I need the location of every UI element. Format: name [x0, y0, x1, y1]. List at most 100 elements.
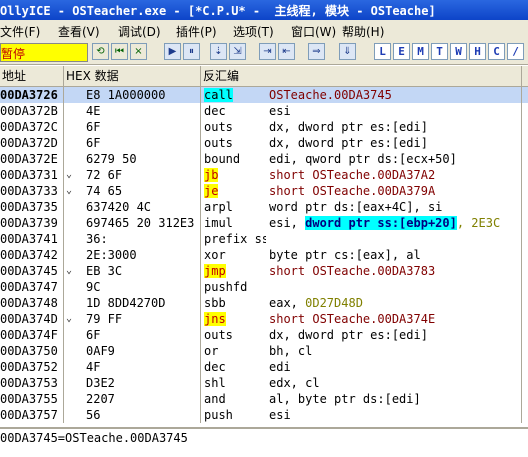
hex-cell: 72 6F: [86, 168, 123, 182]
mnemonic-text: call: [204, 88, 233, 102]
address-cell: 00DA3745: [0, 264, 58, 278]
hex-cell: 6F: [86, 120, 101, 134]
table-row[interactable]: 00DA374F 6F outs dx, dword ptr es:[edi]: [0, 327, 528, 343]
memory-window-button[interactable]: M: [412, 43, 429, 60]
goto-button[interactable]: ⇓: [339, 43, 356, 60]
table-row[interactable]: 00DA3757 56 push esi: [0, 407, 528, 423]
disassembly-grid[interactable]: 00DA3726 E8 1A000000 call OSTeache.00DA3745…: [0, 87, 528, 423]
hex-cell: D3E2: [86, 376, 115, 390]
address-cell: 00DA3747: [0, 280, 58, 294]
table-row[interactable]: 00DA3755 2207 and al, byte ptr ds:[edi]: [0, 391, 528, 407]
hex-cell: 637420 4C: [86, 200, 152, 214]
column-divider: [200, 87, 201, 423]
menu-view[interactable]: 查看(V): [58, 23, 100, 40]
jump-arrow-icon: [66, 135, 78, 151]
table-row[interactable]: 00DA372C 6F outs dx, dword ptr es:[edi]: [0, 119, 528, 135]
table-row[interactable]: 00DA3733 ⌄ 74 65 je short OSTeache.00DA379A: [0, 183, 528, 199]
jump-arrow-icon: ⌄: [66, 185, 73, 196]
hex-cell: 6F: [86, 136, 101, 150]
disasm-column-header[interactable]: 反汇编: [201, 66, 522, 86]
table-row[interactable]: 00DA372E 6279 50 bound edi, qword ptr ds:[e…: [0, 151, 528, 167]
jump-arrow-icon: ⌄: [66, 313, 73, 324]
menu-debug[interactable]: 调试(D): [118, 23, 161, 40]
cpu-window-button[interactable]: C: [488, 43, 505, 60]
jump-arrow-icon: [66, 295, 78, 311]
mnemonic-text: outs: [204, 328, 233, 342]
table-row[interactable]: 00DA3741 36: prefix ss:: [0, 231, 528, 247]
table-row[interactable]: 00DA3742 2E:3000 xor byte ptr cs:[eax], al: [0, 247, 528, 263]
table-row[interactable]: 00DA3747 9C pushfd: [0, 279, 528, 295]
address-cell: 00DA3750: [0, 344, 58, 358]
mnemonic-cell: jb: [204, 167, 266, 183]
operand-cell: al, byte ptr ds:[edi]: [269, 392, 421, 406]
table-row[interactable]: 00DA3731 ⌄ 72 6F jb short OSTeache.00DA37A2: [0, 167, 528, 183]
log-window-button[interactable]: L: [374, 43, 391, 60]
address-cell: 00DA372B: [0, 104, 58, 118]
address-cell: 00DA374D: [0, 312, 58, 326]
menu-file[interactable]: 文件(F): [0, 23, 40, 40]
execute-till-return-button[interactable]: ⇒: [308, 43, 325, 60]
step-over-button[interactable]: ⇲: [229, 43, 246, 60]
handles-window-button[interactable]: H: [469, 43, 486, 60]
jump-arrow-icon: [66, 359, 78, 375]
hex-cell: 6279 50: [86, 152, 137, 166]
address-cell: 00DA3735: [0, 200, 58, 214]
jump-arrow-icon: ⌄: [66, 169, 73, 180]
hex-cell: 56: [86, 408, 101, 422]
table-row[interactable]: 00DA3735 637420 4C arpl word ptr ds:[eax+4C…: [0, 199, 528, 215]
hex-column-header[interactable]: HEX 数据: [64, 66, 201, 86]
restart-button[interactable]: ⟲: [92, 43, 109, 60]
operand-cell: esi, dword ptr ss:[ebp+20], 2E3C: [269, 215, 528, 231]
pause-button[interactable]: ⏸: [183, 43, 200, 60]
modules-window-button[interactable]: E: [393, 43, 410, 60]
trace-over-button[interactable]: ⇤: [278, 43, 295, 60]
mnemonic-text: jns: [204, 312, 226, 326]
mnemonic-text: sbb: [204, 296, 226, 310]
mnemonic-text: push: [204, 408, 233, 422]
menu-window[interactable]: 窗口(W): [291, 23, 336, 40]
close-button[interactable]: ×: [130, 43, 147, 60]
mnemonic-text: prefix ss:: [204, 232, 266, 246]
table-row[interactable]: 00DA3752 4F dec edi: [0, 359, 528, 375]
table-row[interactable]: 00DA3753 D3E2 shl edx, cl: [0, 375, 528, 391]
hex-cell: 36:: [86, 232, 108, 246]
operand-text: , 2E3C: [456, 216, 501, 230]
mnemonic-cell: dec: [204, 359, 266, 375]
trace-into-button[interactable]: ⇥: [259, 43, 276, 60]
hex-cell: EB 3C: [86, 264, 123, 278]
menu-plugins[interactable]: 插件(P): [176, 23, 217, 40]
step-into-button[interactable]: ⇣: [210, 43, 227, 60]
mnemonic-text: arpl: [204, 200, 233, 214]
menu-options[interactable]: 选项(T): [233, 23, 274, 40]
info-pane: 00DA3745=OSTeache.00DA3745: [0, 427, 528, 457]
hex-cell: 6F: [86, 328, 101, 342]
table-row[interactable]: 00DA3726 E8 1A000000 call OSTeache.00DA3745: [0, 87, 528, 103]
operand-cell: edx, cl: [269, 376, 320, 390]
address-column-header[interactable]: 地址: [0, 66, 64, 86]
table-row[interactable]: 00DA3748 1D 8DD4270D sbb eax, 0D27D48D: [0, 295, 528, 311]
column-divider: [521, 66, 522, 423]
address-cell: 00DA3739: [0, 216, 58, 230]
table-row[interactable]: 00DA3750 0AF9 or bh, cl: [0, 343, 528, 359]
windows-window-button[interactable]: W: [450, 43, 467, 60]
operand-cell: eax, 0D27D48D: [269, 296, 363, 310]
hex-cell: 74 65: [86, 184, 123, 198]
menu-help[interactable]: 帮助(H): [342, 23, 384, 40]
table-row[interactable]: 00DA372D 6F outs dx, dword ptr es:[edi]: [0, 135, 528, 151]
table-row[interactable]: 00DA3739 697465 20 312E3 imul esi, dword pt…: [0, 215, 528, 231]
table-row[interactable]: 00DA372B 4E dec esi: [0, 103, 528, 119]
info-text: 00DA3745=OSTeache.00DA3745: [0, 431, 188, 445]
rewind-button[interactable]: ⏮: [111, 43, 128, 60]
mnemonic-text: imul: [204, 216, 233, 230]
table-row[interactable]: 00DA3745 ⌄ EB 3C jmp short OSTeache.00DA3783: [0, 263, 528, 279]
menu-bar: 文件(F) 查看(V) 调试(D) 插件(P) 选项(T) 窗口(W) 帮助(H…: [0, 20, 528, 40]
mnemonic-cell: je: [204, 183, 266, 199]
address-cell: 00DA3733: [0, 184, 58, 198]
patches-window-button[interactable]: /: [507, 43, 524, 60]
threads-window-button[interactable]: T: [431, 43, 448, 60]
run-button[interactable]: ▶: [164, 43, 181, 60]
hex-cell: 79 FF: [86, 312, 123, 326]
table-row[interactable]: 00DA374D ⌄ 79 FF jns short OSTeache.00DA374E: [0, 311, 528, 327]
mnemonic-cell: call: [204, 87, 266, 103]
mnemonic-text: dec: [204, 104, 226, 118]
